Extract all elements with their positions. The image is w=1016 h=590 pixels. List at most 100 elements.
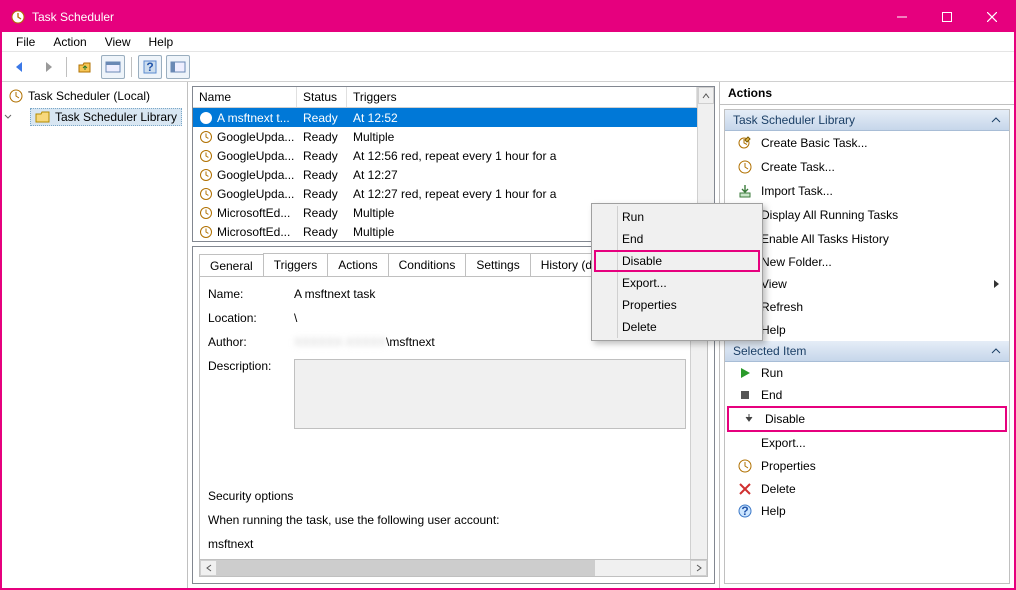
- action-label: Properties: [761, 459, 816, 473]
- menu-help[interactable]: Help: [141, 33, 182, 51]
- scroll-left-button[interactable]: [200, 560, 217, 576]
- header-status[interactable]: Status: [297, 87, 347, 107]
- center-pane: Name Status Triggers A msftnext t...Read…: [188, 82, 720, 588]
- action-label: Help: [761, 504, 786, 518]
- task-status: Ready: [303, 187, 338, 201]
- app-window: Task Scheduler File Action View Help ? T…: [0, 0, 1016, 590]
- task-row[interactable]: GoogleUpda...ReadyAt 12:56 red, repeat e…: [193, 146, 697, 165]
- forward-button[interactable]: [36, 55, 60, 79]
- action-label: Export...: [761, 436, 806, 450]
- group-library-label: Task Scheduler Library: [733, 113, 855, 127]
- task-status: Ready: [303, 130, 338, 144]
- task-row[interactable]: GoogleUpda...ReadyAt 12:27 red, repeat e…: [193, 184, 697, 203]
- back-button[interactable]: [8, 55, 32, 79]
- action-end[interactable]: End: [725, 384, 1009, 406]
- action-view[interactable]: View: [725, 273, 1009, 295]
- task-name: GoogleUpda...: [217, 149, 294, 163]
- task-triggers: Multiple: [353, 206, 394, 220]
- tab-general[interactable]: General: [199, 254, 264, 277]
- clock-icon: [8, 88, 24, 104]
- scroll-right-button[interactable]: [690, 560, 707, 576]
- context-item-end[interactable]: End: [594, 228, 760, 250]
- action-create-task-[interactable]: Create Task...: [725, 155, 1009, 179]
- action-help[interactable]: ?Help: [725, 500, 1009, 522]
- header-triggers[interactable]: Triggers: [347, 87, 697, 107]
- close-button[interactable]: [969, 2, 1014, 32]
- svg-text:?: ?: [146, 60, 153, 74]
- action-create-basic-task-[interactable]: Create Basic Task...: [725, 131, 1009, 155]
- tree-library-node[interactable]: Task Scheduler Library: [30, 108, 182, 126]
- action-help[interactable]: ?Help: [725, 319, 1009, 341]
- list-header[interactable]: Name Status Triggers: [193, 87, 697, 108]
- context-item-disable[interactable]: Disable: [594, 250, 760, 272]
- context-item-properties[interactable]: Properties: [594, 294, 760, 316]
- menu-action[interactable]: Action: [45, 33, 94, 51]
- clock-icon: [199, 149, 213, 163]
- task-triggers: At 12:27 red, repeat every 1 hour for a: [353, 187, 556, 201]
- action-delete[interactable]: Delete: [725, 478, 1009, 500]
- menu-file[interactable]: File: [8, 33, 43, 51]
- action-label: End: [761, 388, 782, 402]
- menu-view[interactable]: View: [97, 33, 139, 51]
- work-area: Task Scheduler (Local) Task Scheduler Li…: [2, 82, 1014, 588]
- titlebar[interactable]: Task Scheduler: [2, 2, 1014, 32]
- actions-body[interactable]: Task Scheduler Library Create Basic Task…: [724, 109, 1010, 584]
- group-library-header[interactable]: Task Scheduler Library: [725, 110, 1009, 131]
- action-enable-all-tasks-history[interactable]: Enable All Tasks History: [725, 227, 1009, 251]
- maximize-button[interactable]: [924, 2, 969, 32]
- security-options-label: Security options: [208, 489, 686, 503]
- h-scroll-track[interactable]: [217, 560, 690, 576]
- clock-icon: [199, 187, 213, 201]
- context-menu: RunEndDisableExport...PropertiesDelete: [591, 203, 763, 341]
- submenu-arrow-icon: [993, 279, 1001, 289]
- task-name: GoogleUpda...: [217, 168, 294, 182]
- pane-toggle-2[interactable]: [166, 55, 190, 79]
- action-import-task-[interactable]: Import Task...: [725, 179, 1009, 203]
- scroll-up-button[interactable]: [698, 87, 714, 104]
- clock-icon: [199, 168, 213, 182]
- task-triggers: At 12:27: [353, 168, 398, 182]
- action-properties[interactable]: Properties: [725, 454, 1009, 478]
- action-disable[interactable]: Disable: [727, 406, 1007, 432]
- task-row[interactable]: GoogleUpda...ReadyMultiple: [193, 127, 697, 146]
- h-scroll-thumb[interactable]: [217, 560, 595, 576]
- description-field[interactable]: [294, 359, 686, 429]
- tab-actions[interactable]: Actions: [327, 253, 388, 276]
- minimize-button[interactable]: [879, 2, 924, 32]
- tree-pane[interactable]: Task Scheduler (Local) Task Scheduler Li…: [2, 82, 188, 588]
- collapse-icon[interactable]: [991, 115, 1001, 125]
- task-row[interactable]: A msftnext t...ReadyAt 12:52: [193, 108, 697, 127]
- context-item-run[interactable]: Run: [594, 206, 760, 228]
- details-h-scrollbar[interactable]: [199, 560, 708, 577]
- tab-triggers[interactable]: Triggers: [263, 253, 329, 276]
- expand-toggle[interactable]: [4, 113, 16, 122]
- help-button[interactable]: ?: [138, 55, 162, 79]
- action-icon: [741, 412, 757, 426]
- task-name: MicrosoftEd...: [217, 225, 290, 239]
- action-refresh[interactable]: Refresh: [725, 295, 1009, 319]
- task-triggers: Multiple: [353, 130, 394, 144]
- action-run[interactable]: Run: [725, 362, 1009, 384]
- action-display-all-running-tasks[interactable]: Display All Running Tasks: [725, 203, 1009, 227]
- task-row[interactable]: GoogleUpda...ReadyAt 12:27: [193, 165, 697, 184]
- action-label: Refresh: [761, 300, 803, 314]
- action-icon: [737, 366, 753, 380]
- action-icon: [737, 388, 753, 402]
- tab-conditions[interactable]: Conditions: [388, 253, 467, 276]
- collapse-icon[interactable]: [991, 346, 1001, 356]
- task-list[interactable]: Name Status Triggers A msftnext t...Read…: [192, 86, 715, 242]
- location-label: Location:: [208, 311, 290, 325]
- pane-toggle-1[interactable]: [101, 55, 125, 79]
- group-selected-header[interactable]: Selected Item: [725, 341, 1009, 362]
- action-label: Run: [761, 366, 783, 380]
- action-label: Create Task...: [761, 160, 835, 174]
- context-item-delete[interactable]: Delete: [594, 316, 760, 338]
- actions-pane: Actions Task Scheduler Library Create Ba…: [720, 82, 1014, 588]
- action-export-[interactable]: Export...: [725, 432, 1009, 454]
- action-new-folder-[interactable]: New Folder...: [725, 251, 1009, 273]
- tab-settings[interactable]: Settings: [465, 253, 530, 276]
- context-item-export-[interactable]: Export...: [594, 272, 760, 294]
- header-name[interactable]: Name: [193, 87, 297, 107]
- up-folder-button[interactable]: [73, 55, 97, 79]
- tree-root[interactable]: Task Scheduler (Local): [4, 86, 185, 106]
